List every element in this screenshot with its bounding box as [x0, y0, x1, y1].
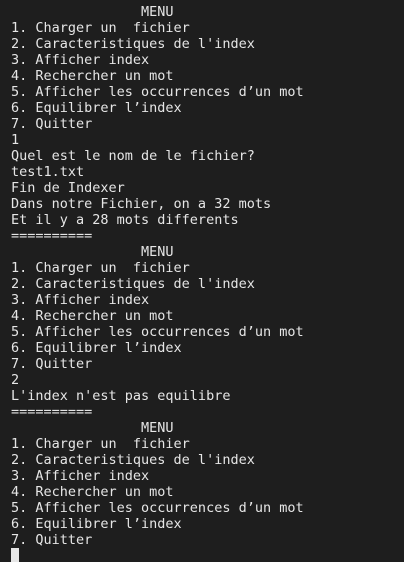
menu-option-4: 4. Rechercher un mot [11, 484, 174, 500]
menu-option-2: 2. Caracteristiques de l'index [11, 36, 255, 52]
separator-line: ========== [11, 404, 93, 420]
menu-title: MENU [11, 4, 174, 20]
menu-option-1: 1. Charger un fichier [11, 260, 190, 276]
menu-option-6: 6. Equilibrer l’index [11, 100, 182, 116]
menu-title: MENU [11, 420, 174, 436]
menu-option-7: 7. Quitter [11, 356, 93, 372]
menu-option-1: 1. Charger un fichier [11, 20, 190, 36]
menu-option-5: 5. Afficher les occurrences d’un mot [11, 500, 304, 516]
output-text: Dans notre Fichier, on a 32 mots [11, 196, 272, 212]
user-input: 1 [11, 132, 20, 148]
text-cursor [11, 548, 19, 562]
menu-option-4: 4. Rechercher un mot [11, 308, 174, 324]
menu-option-2: 2. Caracteristiques de l'index [11, 452, 255, 468]
menu-option-4: 4. Rechercher un mot [11, 68, 174, 84]
menu-option-3: 3. Afficher index [11, 468, 150, 484]
menu-option-5: 5. Afficher les occurrences d’un mot [11, 84, 304, 100]
terminal-window[interactable]: MENU 1. Charger un fichier 2. Caracteris… [0, 0, 404, 562]
output-text: L'index n'est pas equilibre [11, 388, 231, 404]
output-text: Fin de Indexer [11, 180, 125, 196]
prompt-text: Quel est le nom de le fichier? [11, 148, 255, 164]
separator-line: ========== [11, 228, 93, 244]
user-input: test1.txt [11, 164, 85, 180]
output-text: Et il y a 28 mots differents [11, 212, 239, 228]
menu-option-7: 7. Quitter [11, 116, 93, 132]
menu-option-7: 7. Quitter [11, 532, 93, 548]
menu-option-2: 2. Caracteristiques de l'index [11, 276, 255, 292]
user-input: 2 [11, 372, 20, 388]
menu-option-3: 3. Afficher index [11, 52, 150, 68]
menu-option-3: 3. Afficher index [11, 292, 150, 308]
menu-option-6: 6. Equilibrer l’index [11, 340, 182, 356]
input-line[interactable] [11, 548, 404, 562]
menu-option-1: 1. Charger un fichier [11, 436, 190, 452]
menu-option-5: 5. Afficher les occurrences d’un mot [11, 324, 304, 340]
menu-title: MENU [11, 244, 174, 260]
menu-option-6: 6. Equilibrer l’index [11, 516, 182, 532]
